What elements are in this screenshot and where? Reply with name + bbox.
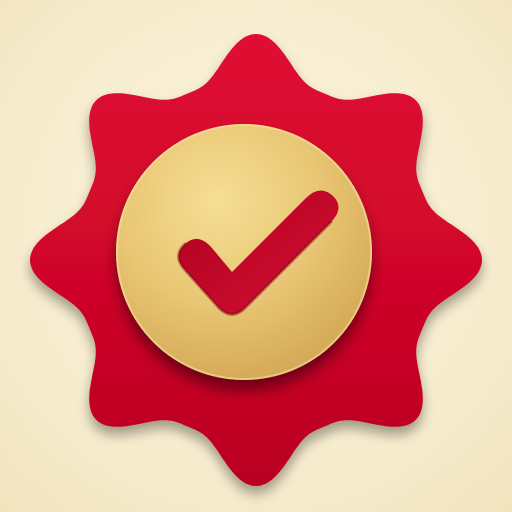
badge-graphic	[30, 34, 482, 486]
app-icon	[0, 0, 512, 512]
